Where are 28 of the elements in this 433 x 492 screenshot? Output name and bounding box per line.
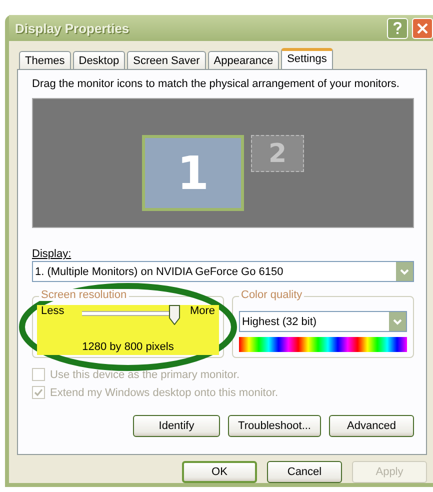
dialog-button[interactable]: Identify <box>133 415 220 437</box>
dialog-button[interactable]: Advanced <box>329 415 414 437</box>
slider-thumb[interactable] <box>168 305 180 325</box>
tab[interactable]: Themes <box>19 51 71 69</box>
display-dropdown[interactable]: 1. (Multiple Monitors) on NVIDIA GeForce Go 6150 <box>32 261 414 282</box>
group-title: Screen resolution <box>39 289 129 301</box>
tab[interactable]: Screen Saver <box>127 51 206 69</box>
question-mark-icon <box>393 22 402 34</box>
slider-min-label: Less <box>41 305 64 319</box>
tab[interactable]: Appearance <box>208 51 280 69</box>
instruction-text: Drag the monitor icons to match the physical arrangement of your monitors. <box>32 78 400 90</box>
checkbox-label: Use this device as the primary monitor. <box>50 368 240 380</box>
slider-max-label: More <box>190 305 215 319</box>
tab[interactable]: Desktop <box>72 51 126 69</box>
dialog-button[interactable]: OK <box>182 461 257 483</box>
dialog-button[interactable]: Troubleshoot... <box>228 415 321 437</box>
group-title: Color quality <box>239 289 304 301</box>
color-quality-dropdown[interactable]: Highest (32 bit) <box>239 311 407 332</box>
display-label: Display: <box>32 248 72 260</box>
window-title: Display Properties <box>15 20 130 36</box>
tab[interactable]: Settings <box>281 48 333 70</box>
resolution-reading: 1280 by 800 pixels <box>81 340 175 355</box>
close-icon <box>417 22 428 34</box>
close-button[interactable] <box>412 18 433 38</box>
dialog-button[interactable]: Cancel <box>267 461 342 483</box>
checkmark-icon <box>34 388 43 397</box>
help-button[interactable] <box>387 18 408 38</box>
checkbox-label: Extend my Windows desktop onto this monitor. <box>50 386 278 398</box>
